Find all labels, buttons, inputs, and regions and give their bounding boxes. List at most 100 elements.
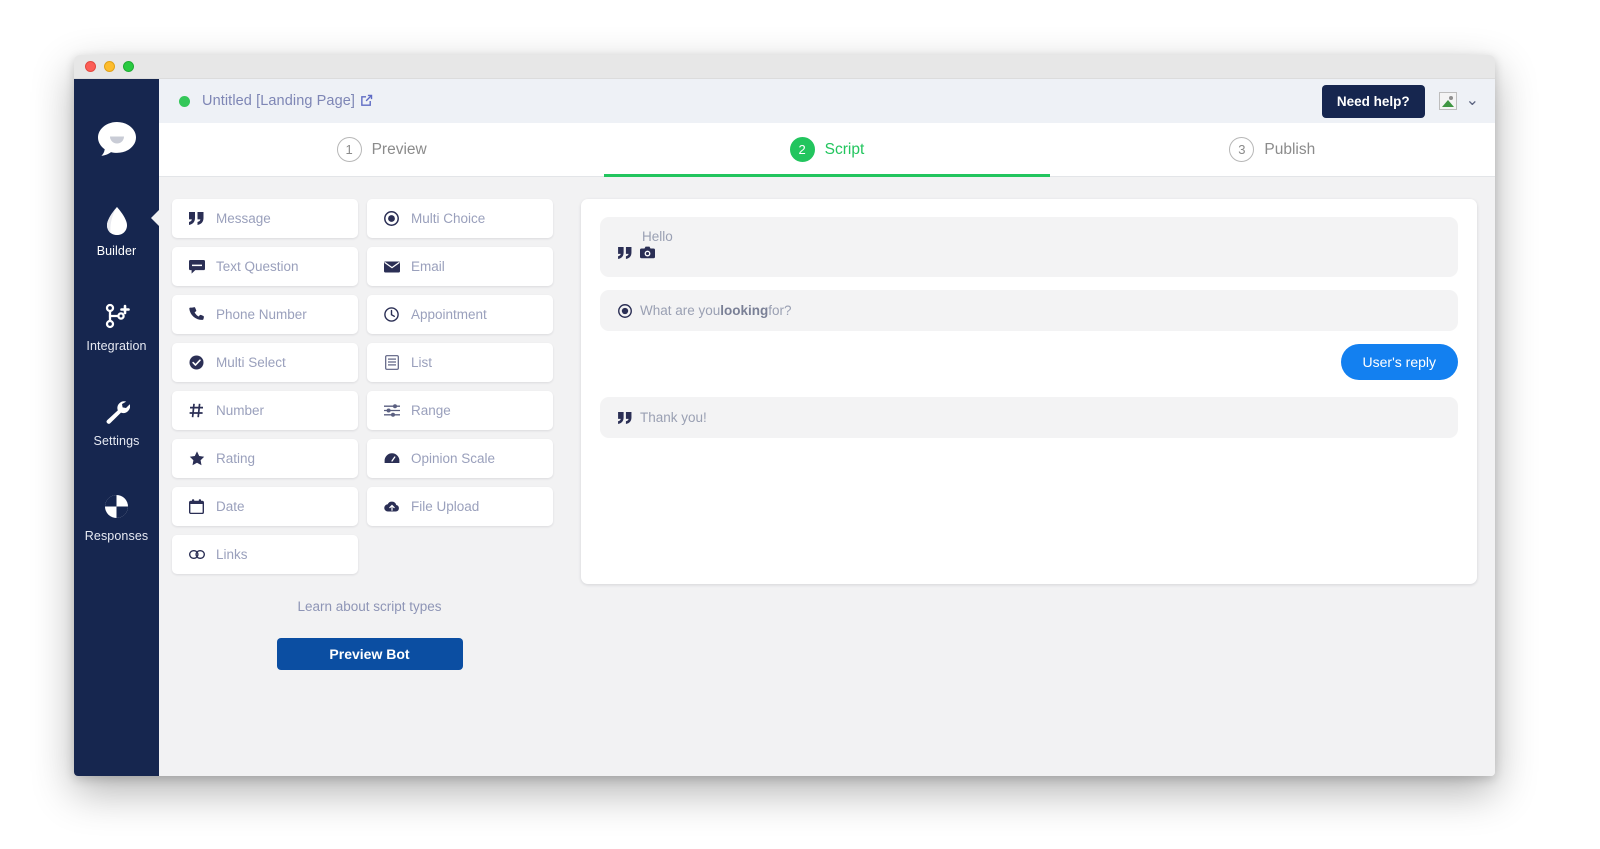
pie-chart-icon: [103, 490, 130, 522]
link-icon: [188, 550, 205, 559]
minimize-window-button[interactable]: [104, 61, 115, 72]
script-type-range[interactable]: Range: [367, 391, 553, 430]
script-step-message-thankyou[interactable]: Thank you!: [600, 397, 1458, 438]
script-step-message-hello[interactable]: Hello: [600, 217, 1458, 277]
list-box-icon: [383, 355, 400, 370]
script-type-label: Appointment: [411, 307, 487, 322]
avatar-menu[interactable]: ⌄: [1438, 92, 1479, 110]
script-type-number[interactable]: Number: [172, 391, 358, 430]
script-type-text-question[interactable]: Text Question: [172, 247, 358, 286]
script-type-label: List: [411, 355, 433, 370]
script-type-multi-choice[interactable]: Multi Choice: [367, 199, 553, 238]
hash-icon: [188, 403, 205, 418]
active-indicator-arrow: [151, 209, 160, 227]
script-type-label: Links: [216, 547, 248, 562]
user-reply-bubble[interactable]: User's reply: [1340, 344, 1458, 380]
script-step-text-bold: looking: [720, 303, 769, 318]
script-types-panel: Message Multi Choice Text Question Email…: [172, 199, 567, 776]
script-step-multi-choice[interactable]: What are you looking for?: [600, 290, 1458, 331]
script-type-appointment[interactable]: Appointment: [367, 295, 553, 334]
script-type-label: Message: [216, 211, 271, 226]
sidebar-item-label: Responses: [84, 529, 149, 543]
script-step-text: Hello: [642, 229, 673, 244]
water-drop-icon: [104, 205, 130, 237]
tab-label: Publish: [1264, 140, 1316, 158]
script-step-icons: [618, 246, 1440, 262]
script-step-text-before: What are you: [640, 303, 721, 318]
script-type-label: Text Question: [216, 259, 299, 274]
sidebar-item-integration[interactable]: Integration: [74, 290, 159, 359]
script-type-label: Multi Select: [216, 355, 286, 370]
script-type-label: Opinion Scale: [411, 451, 496, 466]
quote-icon: [188, 212, 205, 225]
page-title[interactable]: Untitled [Landing Page]: [202, 93, 373, 109]
script-type-label: Multi Choice: [411, 211, 486, 226]
wrench-icon: [104, 395, 130, 427]
calendar-icon: [188, 499, 205, 514]
phone-icon: [188, 307, 205, 322]
maximize-window-button[interactable]: [123, 61, 134, 72]
topbar: Untitled [Landing Page] Need help? ⌄: [159, 79, 1495, 123]
script-type-opinion-scale[interactable]: Opinion Scale: [367, 439, 553, 478]
tab-number: 3: [1229, 137, 1255, 162]
chevron-down-icon: ⌄: [1465, 92, 1479, 109]
script-type-file-upload[interactable]: File Upload: [367, 487, 553, 526]
sidebar-item-settings[interactable]: Settings: [74, 385, 159, 454]
star-icon: [188, 451, 205, 466]
script-type-label: Email: [411, 259, 445, 274]
script-type-label: Number: [216, 403, 265, 418]
script-step-text: Thank you!: [640, 410, 707, 425]
script-type-multi-select[interactable]: Multi Select: [172, 343, 358, 382]
need-help-button[interactable]: Need help?: [1321, 84, 1425, 118]
close-window-button[interactable]: [85, 61, 96, 72]
window-body: Builder Integration Settings Responses U…: [74, 79, 1495, 776]
sliders-icon: [383, 404, 400, 417]
check-circle-icon: [188, 355, 205, 370]
step-tabs: 1 Preview 2 Script 3 Publish: [159, 123, 1495, 177]
gauge-icon: [383, 452, 400, 465]
external-link-icon[interactable]: [360, 94, 373, 107]
sidebar-item-label: Settings: [93, 434, 140, 448]
tab-label: Preview: [371, 140, 427, 158]
comment-icon: [188, 259, 205, 274]
learn-about-script-types-link[interactable]: Learn about script types: [172, 599, 567, 614]
tab-publish[interactable]: 3 Publish: [1050, 123, 1495, 176]
tab-label: Script: [824, 140, 865, 158]
git-branch-plus-icon: [104, 300, 130, 332]
app-logo[interactable]: [74, 121, 159, 157]
script-type-date[interactable]: Date: [172, 487, 358, 526]
sidebar-item-builder[interactable]: Builder: [74, 195, 160, 264]
script-type-links[interactable]: Links: [172, 535, 358, 574]
sidebar-item-label: Integration: [86, 339, 147, 353]
page-title-text: Untitled [Landing Page]: [202, 93, 356, 109]
sidebar: Builder Integration Settings Responses: [74, 79, 160, 776]
script-types-grid: Message Multi Choice Text Question Email…: [172, 199, 567, 574]
script-type-email[interactable]: Email: [367, 247, 553, 286]
script-type-message[interactable]: Message: [172, 199, 358, 238]
chat-bubble-logo-icon: [97, 122, 136, 156]
cloud-upload-icon: [383, 501, 400, 513]
preview-bot-button[interactable]: Preview Bot: [276, 638, 463, 670]
script-type-rating[interactable]: Rating: [172, 439, 358, 478]
script-type-label: File Upload: [411, 499, 480, 514]
user-reply-row: User's reply: [600, 344, 1458, 380]
app-window: Builder Integration Settings Responses U…: [74, 55, 1495, 776]
tab-number: 2: [789, 137, 815, 162]
tab-preview[interactable]: 1 Preview: [159, 123, 604, 176]
quote-icon[interactable]: [618, 246, 632, 262]
status-badge: [179, 95, 190, 107]
script-type-label: Rating: [216, 451, 256, 466]
script-type-label: Date: [216, 499, 245, 514]
script-canvas: Hello What are you looking for? User's r…: [581, 199, 1477, 584]
script-step-text-after: for?: [768, 303, 792, 318]
script-type-list[interactable]: List: [367, 343, 553, 382]
clock-icon: [383, 307, 400, 322]
sidebar-item-responses[interactable]: Responses: [74, 480, 159, 549]
tab-script[interactable]: 2 Script: [604, 123, 1050, 177]
radio-filled-icon: [383, 211, 400, 226]
avatar: [1438, 92, 1457, 110]
script-type-phone-number[interactable]: Phone Number: [172, 295, 358, 334]
window-titlebar: [74, 55, 1495, 79]
camera-icon[interactable]: [640, 246, 655, 262]
main-pane: Untitled [Landing Page] Need help? ⌄ 1 P…: [159, 79, 1495, 776]
